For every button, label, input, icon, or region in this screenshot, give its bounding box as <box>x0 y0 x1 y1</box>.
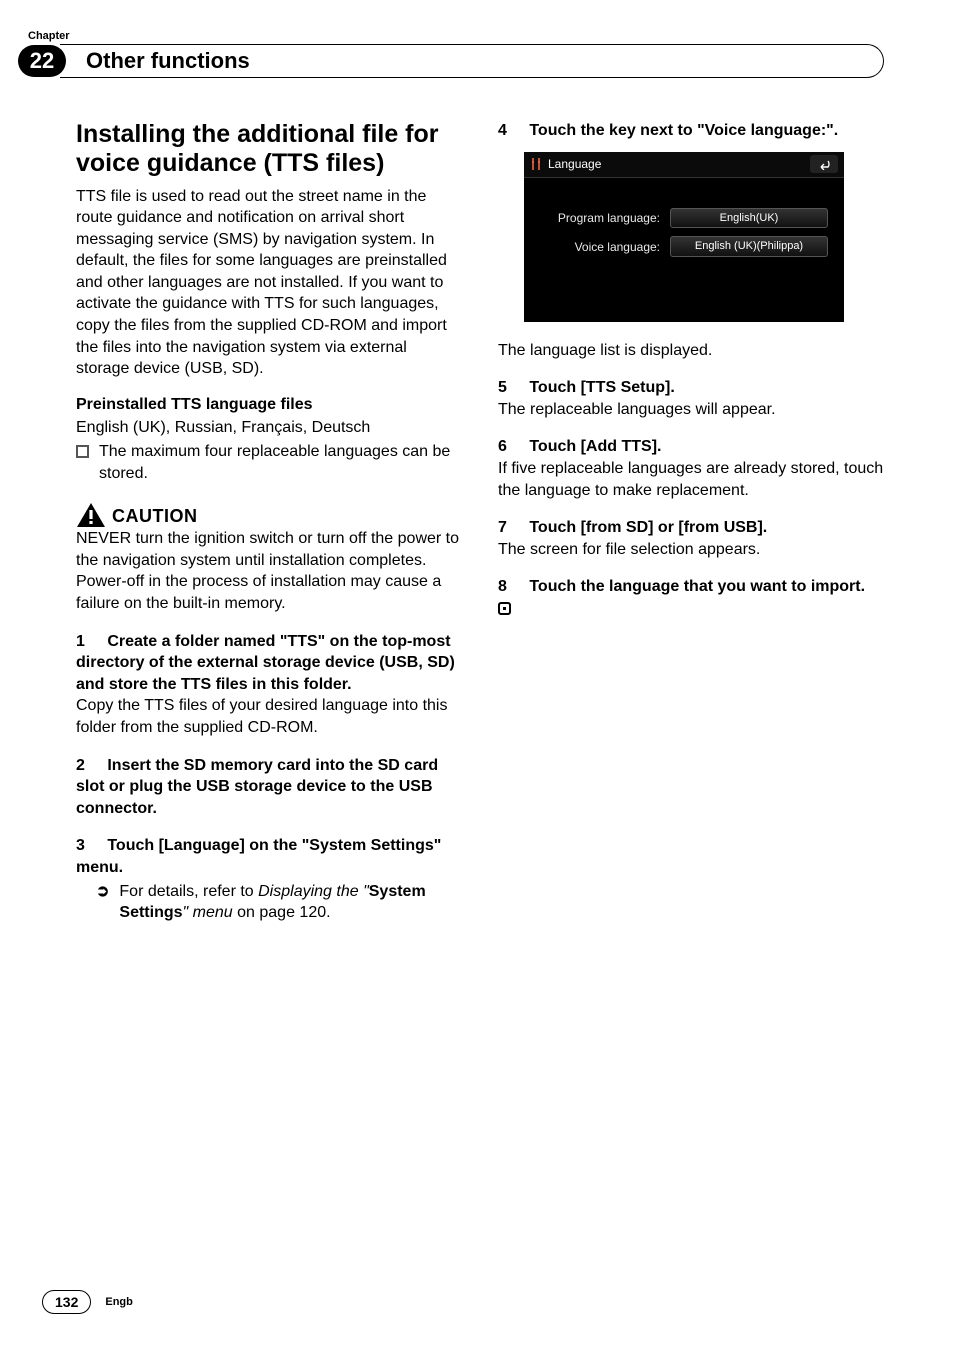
step-number: 4 <box>498 120 516 142</box>
step-title: Touch [Add TTS]. <box>529 438 661 455</box>
voice-language-button[interactable]: English (UK)(Philippa) <box>670 236 828 257</box>
chapter-label: Chapter <box>28 30 884 42</box>
program-language-button[interactable]: English(UK) <box>670 208 828 229</box>
program-language-label: Program language: <box>538 210 670 226</box>
step-number: 2 <box>76 755 94 777</box>
step-title: Touch the language that you want to impo… <box>529 578 865 595</box>
step-number: 1 <box>76 631 94 653</box>
left-column: Installing the additional file for voice… <box>76 120 462 924</box>
cross-reference: ➲ For details, refer to Displaying the "… <box>96 881 462 924</box>
bullet-text: The maximum four replaceable languages c… <box>99 441 462 484</box>
step-number: 6 <box>498 436 516 458</box>
preinstalled-title: Preinstalled TTS language files <box>76 394 462 416</box>
step-number: 7 <box>498 517 516 539</box>
end-of-section-icon <box>498 602 511 615</box>
step-number: 3 <box>76 835 94 857</box>
program-language-row: Program language: English(UK) <box>538 208 830 229</box>
step-body: The screen for file selection appears. <box>498 539 884 561</box>
step4-result: The language list is displayed. <box>498 340 884 362</box>
warning-icon <box>76 502 106 528</box>
step-7: 7 Touch [from SD] or [from USB]. The scr… <box>498 517 884 560</box>
reference-icon: ➲ <box>96 881 109 924</box>
step-1: 1 Create a folder named "TTS" on the top… <box>76 631 462 739</box>
step-body: Copy the TTS files of your desired langu… <box>76 695 462 738</box>
step-3: 3 Touch [Language] on the "System Settin… <box>76 835 462 923</box>
step-body: The replaceable languages will appear. <box>498 399 884 421</box>
step-6: 6 Touch [Add TTS]. If five replaceable l… <box>498 436 884 501</box>
language-code: Engb <box>105 1296 133 1308</box>
intro-paragraph: TTS file is used to read out the street … <box>76 186 462 380</box>
tool-icon <box>530 157 542 171</box>
chapter-header: 22 Other functions <box>18 44 884 78</box>
caution-label: CAUTION <box>112 504 198 528</box>
screenshot-titlebar: Language <box>524 152 844 178</box>
step-title: Touch [TTS Setup]. <box>529 379 674 396</box>
right-column: 4 Touch the key next to "Voice language:… <box>498 120 884 924</box>
step-8: 8 Touch the language that you want to im… <box>498 576 884 619</box>
preinstalled-list: English (UK), Russian, Français, Deutsch <box>76 417 462 439</box>
step-title: Touch [from SD] or [from USB]. <box>529 519 767 536</box>
bullet-item: The maximum four replaceable languages c… <box>76 441 462 484</box>
step-title: Create a folder named "TTS" on the top-m… <box>76 633 455 693</box>
step-body: If five replaceable languages are alread… <box>498 458 884 501</box>
step-title: Touch the key next to "Voice language:". <box>529 122 838 139</box>
page-number: 132 <box>42 1290 91 1314</box>
back-arrow-icon <box>816 158 832 170</box>
step-5: 5 Touch [TTS Setup]. The replaceable lan… <box>498 377 884 420</box>
step-number: 8 <box>498 576 516 598</box>
checkbox-icon <box>76 445 89 458</box>
step-title: Touch [Language] on the "System Settings… <box>76 837 441 876</box>
step-2: 2 Insert the SD memory card into the SD … <box>76 755 462 820</box>
step-4: 4 Touch the key next to "Voice language:… <box>498 120 884 142</box>
caution-heading: CAUTION <box>76 502 462 528</box>
screenshot-title: Language <box>548 156 601 172</box>
chapter-number-badge: 22 <box>18 45 66 77</box>
chapter-title: Other functions <box>60 44 884 78</box>
voice-language-row: Voice language: English (UK)(Philippa) <box>538 236 830 257</box>
voice-language-label: Voice language: <box>538 239 670 255</box>
step-number: 5 <box>498 377 516 399</box>
section-heading: Installing the additional file for voice… <box>76 120 462 178</box>
caution-text: NEVER turn the ignition switch or turn o… <box>76 528 462 614</box>
page-footer: 132 Engb <box>42 1290 133 1314</box>
back-button[interactable] <box>810 155 838 173</box>
step-title: Insert the SD memory card into the SD ca… <box>76 757 438 817</box>
device-screenshot: Language Program language: English(UK) V… <box>524 152 844 322</box>
reference-text: For details, refer to Displaying the "Sy… <box>119 881 462 924</box>
